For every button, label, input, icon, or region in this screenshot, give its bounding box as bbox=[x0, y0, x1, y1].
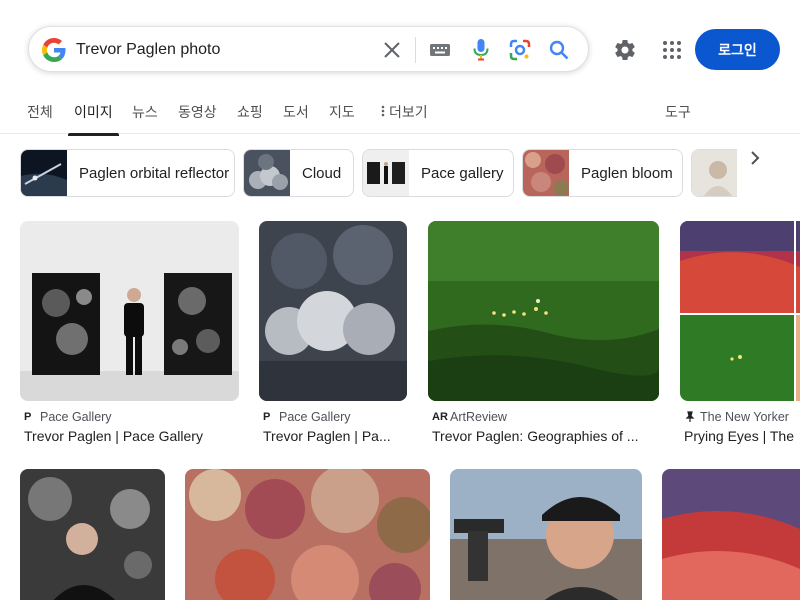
tab-label: 동영상 bbox=[178, 104, 217, 120]
gear-icon bbox=[615, 40, 635, 61]
result-source: P Pace Gallery bbox=[263, 410, 351, 424]
more-vert-icon bbox=[381, 105, 385, 117]
tab-label: 이미지 bbox=[74, 104, 113, 120]
chip-label: Paglen bloom bbox=[581, 164, 673, 182]
search-divider bbox=[415, 37, 416, 63]
chevron-right-icon bbox=[751, 151, 760, 165]
tab-all[interactable]: 전체 bbox=[27, 102, 53, 132]
tab-label: 뉴스 bbox=[132, 104, 158, 120]
lens-search-button[interactable] bbox=[508, 38, 532, 62]
close-icon bbox=[384, 42, 400, 58]
voice-search-button[interactable] bbox=[469, 38, 493, 62]
camera-lens-icon bbox=[509, 39, 531, 61]
tab-label: 지도 bbox=[329, 104, 355, 120]
tab-news[interactable]: 뉴스 bbox=[132, 102, 158, 132]
result-title[interactable]: Trevor Paglen | Pa... bbox=[263, 428, 407, 444]
search-input[interactable] bbox=[76, 37, 366, 63]
chip-thumbnail bbox=[244, 150, 290, 196]
source-name: ArtReview bbox=[450, 410, 507, 424]
tab-more[interactable]: 더보기 bbox=[381, 102, 428, 132]
source-favicon: P bbox=[24, 411, 32, 423]
image-result[interactable]: The New Yorker Prying Eyes | The bbox=[680, 221, 800, 446]
google-apps-button[interactable] bbox=[659, 37, 685, 63]
chips-next-button[interactable] bbox=[744, 146, 766, 170]
image-result[interactable]: P Pace Gallery Trevor Paglen | Pa... bbox=[259, 221, 407, 446]
result-image bbox=[259, 221, 407, 401]
result-image bbox=[450, 469, 642, 600]
image-result[interactable] bbox=[662, 469, 800, 600]
search-button[interactable] bbox=[547, 38, 571, 62]
image-result[interactable] bbox=[20, 469, 165, 600]
result-image bbox=[20, 469, 165, 600]
chip-thumbnail bbox=[523, 150, 569, 196]
tab-videos[interactable]: 동영상 bbox=[178, 102, 217, 132]
tab-label: 전체 bbox=[27, 104, 53, 120]
image-result[interactable]: AR ArtReview Trevor Paglen: Geographies … bbox=[428, 221, 660, 446]
source-name: The New Yorker bbox=[700, 410, 789, 424]
result-title[interactable]: Trevor Paglen: Geographies of ... bbox=[432, 428, 654, 444]
chip-thumbnail bbox=[692, 150, 737, 196]
tab-shopping[interactable]: 쇼핑 bbox=[237, 102, 263, 132]
keyboard-icon bbox=[430, 44, 450, 56]
chip-label: Paglen orbital reflector bbox=[79, 164, 230, 182]
tab-label: 더보기 bbox=[389, 104, 428, 120]
result-source: AR ArtReview bbox=[432, 410, 507, 424]
chip-thumbnail bbox=[21, 150, 67, 196]
image-result[interactable] bbox=[185, 469, 430, 600]
clear-search-button[interactable] bbox=[380, 38, 404, 62]
result-source: The New Yorker bbox=[684, 410, 789, 424]
chip-label: Cloud bbox=[302, 164, 342, 182]
apps-grid-icon bbox=[663, 41, 681, 59]
source-name: Pace Gallery bbox=[40, 410, 112, 424]
chip-partial[interactable] bbox=[691, 149, 737, 197]
google-logo-icon bbox=[42, 38, 66, 62]
result-image bbox=[662, 469, 800, 600]
source-name: Pace Gallery bbox=[279, 410, 351, 424]
tab-label: 도서 bbox=[283, 104, 309, 120]
search-icon bbox=[549, 40, 569, 60]
chip-thumbnail bbox=[363, 150, 409, 196]
header: 로그인 bbox=[0, 0, 800, 96]
result-image bbox=[680, 221, 800, 401]
search-tabs: 전체 이미지 뉴스 동영상 쇼핑 도서 지도 더보기 도구 bbox=[0, 96, 800, 136]
result-title[interactable]: Prying Eyes | The bbox=[684, 428, 800, 444]
result-title[interactable]: Trevor Paglen | Pace Gallery bbox=[24, 428, 239, 444]
chip-orbital-reflector[interactable]: Paglen orbital reflector bbox=[20, 149, 235, 197]
tab-images[interactable]: 이미지 bbox=[68, 102, 119, 136]
image-result[interactable] bbox=[450, 469, 642, 600]
result-image bbox=[20, 221, 239, 401]
source-favicon: P bbox=[263, 411, 271, 423]
chip-label: Pace gallery bbox=[421, 164, 504, 182]
search-box[interactable] bbox=[28, 26, 589, 72]
result-image bbox=[428, 221, 659, 401]
source-favicon: AR bbox=[432, 411, 448, 423]
keyboard-button[interactable] bbox=[428, 38, 452, 62]
result-source: P Pace Gallery bbox=[24, 410, 112, 424]
tab-maps[interactable]: 지도 bbox=[329, 102, 355, 132]
settings-button[interactable] bbox=[612, 37, 638, 63]
tools-button[interactable]: 도구 bbox=[665, 102, 691, 122]
login-button[interactable]: 로그인 bbox=[695, 29, 780, 70]
chip-paglen-bloom[interactable]: Paglen bloom bbox=[522, 149, 683, 197]
tab-label: 쇼핑 bbox=[237, 104, 263, 120]
tab-books[interactable]: 도서 bbox=[283, 102, 309, 132]
chip-cloud[interactable]: Cloud bbox=[243, 149, 354, 197]
result-image bbox=[185, 469, 430, 600]
image-result[interactable]: P Pace Gallery Trevor Paglen | Pace Gall… bbox=[20, 221, 240, 446]
chip-pace-gallery[interactable]: Pace gallery bbox=[362, 149, 514, 197]
microphone-icon bbox=[473, 39, 489, 61]
pin-favicon-icon bbox=[685, 411, 695, 422]
